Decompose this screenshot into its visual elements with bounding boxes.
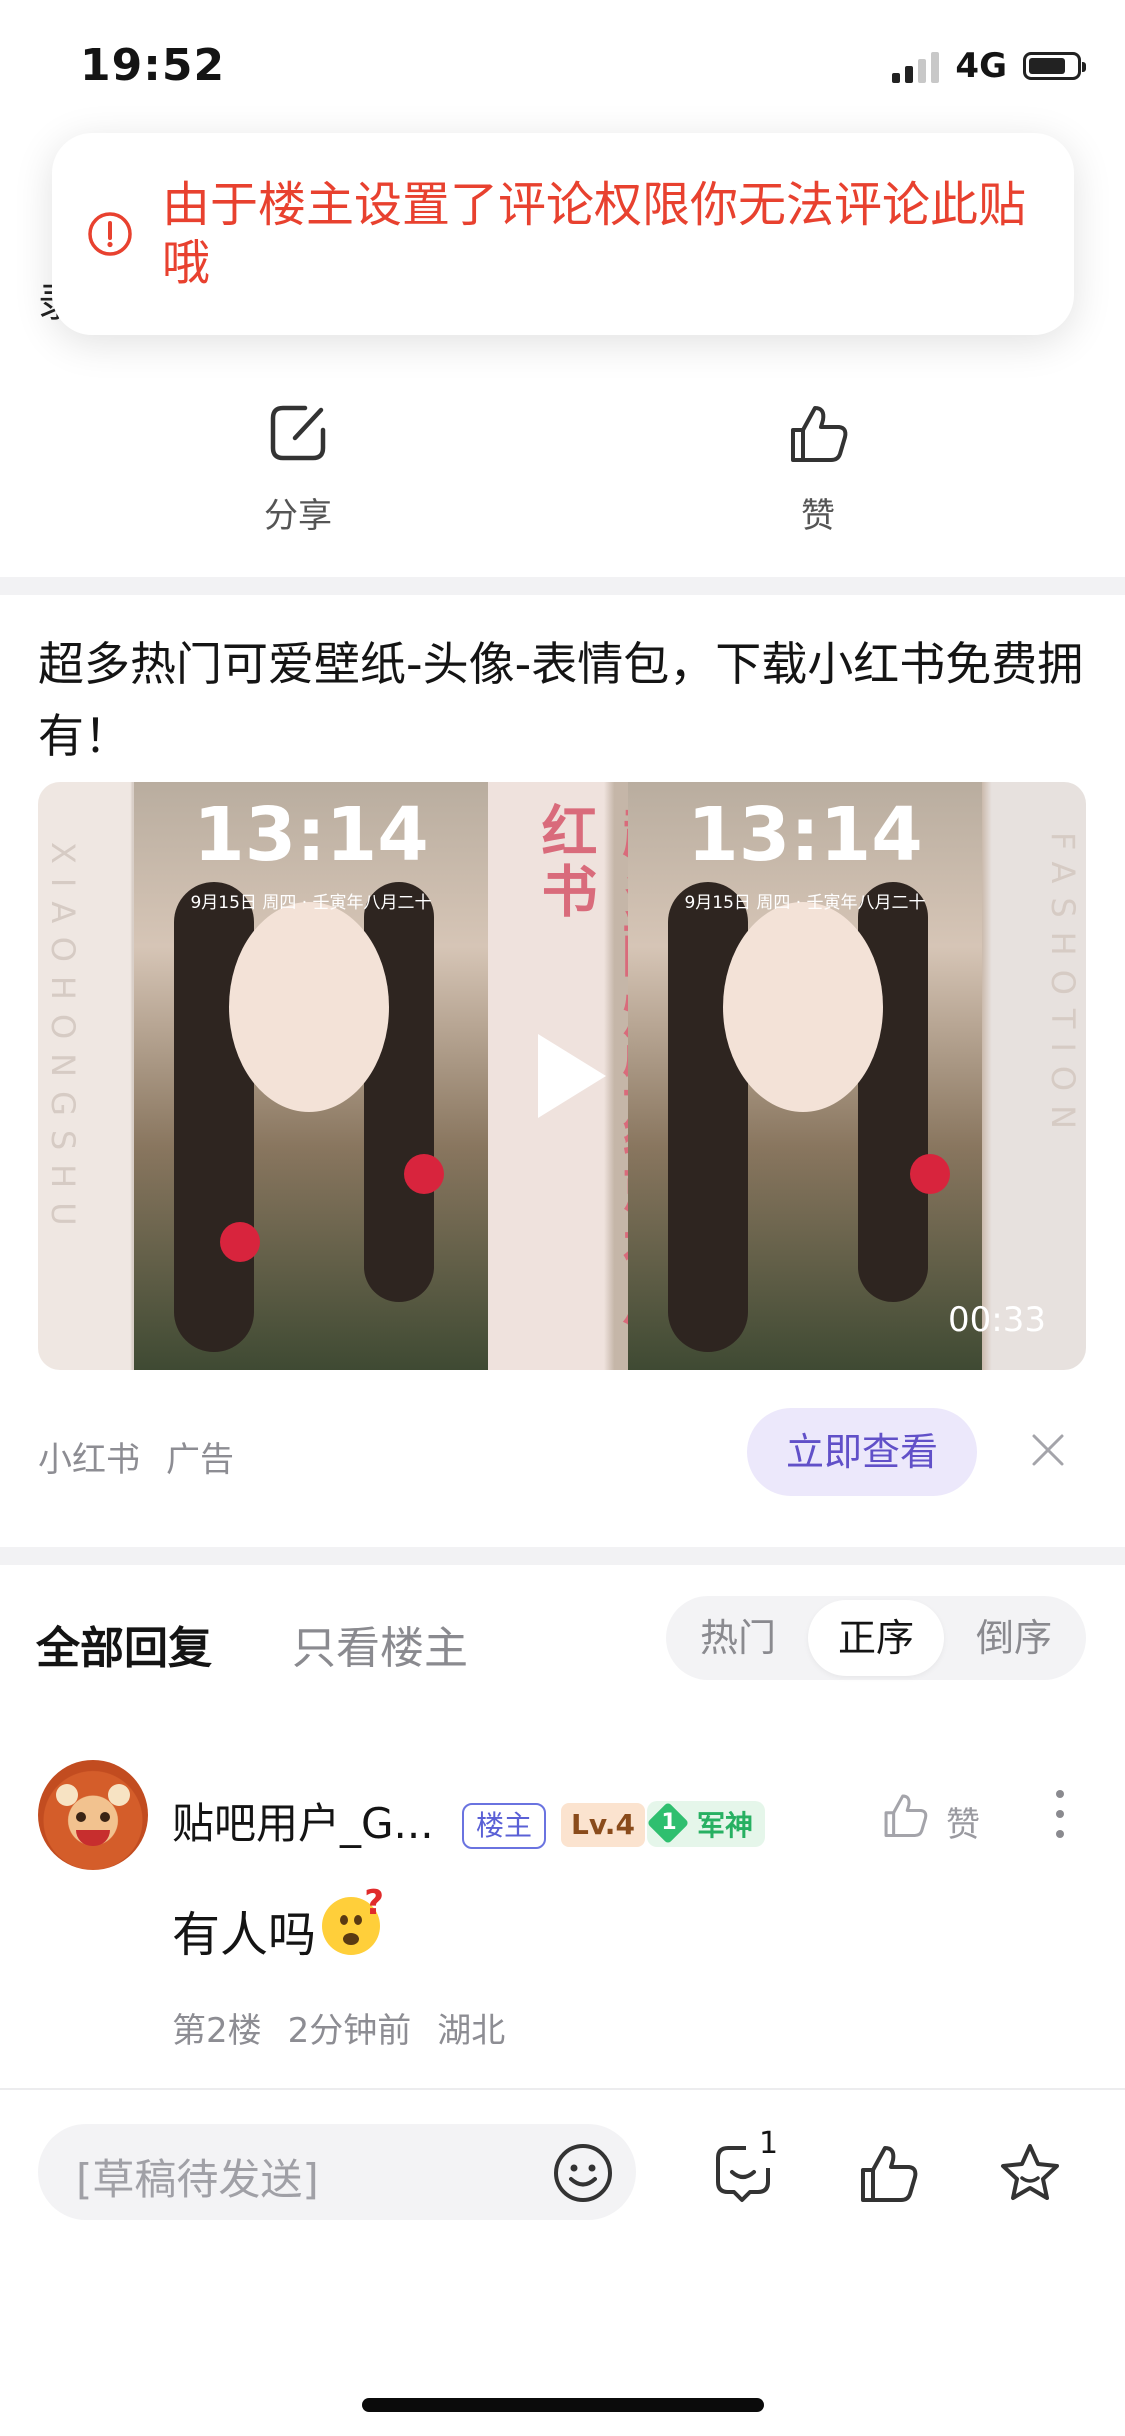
play-icon[interactable] [538, 1034, 606, 1118]
reply-count: 1 [759, 2126, 779, 2161]
level-badge: Lv.4 [561, 1803, 645, 1847]
emoji-icon[interactable] [552, 2142, 614, 2204]
time-ago: 2分钟前 [287, 2011, 412, 2051]
share-button[interactable]: 分享 [198, 400, 398, 537]
like-post-button[interactable]: 赞 [718, 400, 918, 537]
comment-like-icon[interactable] [880, 1790, 930, 1840]
battery-icon [1023, 52, 1086, 80]
share-icon [270, 405, 326, 461]
op-badge: 楼主 [462, 1803, 547, 1849]
wallpaper-preview-right: 13:14 9月15日 周四 · 壬寅年八月二十 [628, 782, 982, 1370]
section-divider-2 [0, 1547, 1125, 1565]
close-icon[interactable] [1030, 1432, 1066, 1468]
permission-toast: 由于楼主设置了评论权限你无法评论此贴哦 [52, 133, 1074, 335]
status-time: 19:52 [80, 40, 226, 91]
rank-title: 军神 [697, 1809, 754, 1842]
sort-descending[interactable]: 倒序 [946, 1596, 1082, 1680]
comment-like-label[interactable]: 赞 [946, 1797, 980, 1846]
wallpaper-date: 9月15日 周四 · 壬寅年八月二十 [190, 893, 432, 913]
more-options-icon[interactable] [1054, 1790, 1066, 1850]
wallpaper-clock: 13:14 [193, 792, 429, 878]
ad-side-text-right: FASHOTION [1044, 832, 1082, 1144]
avatar[interactable] [38, 1760, 148, 1870]
ad-side-text-left: XIAOHONGSHU [44, 842, 82, 1240]
ad-video[interactable]: XIAOHONGSHU FASHOTION 13:14 9月15日 周四 · 壬… [38, 782, 1086, 1370]
comment-meta: 第2楼 2分钟前 湖北 [172, 2003, 505, 2052]
sort-hot[interactable]: 热门 [670, 1596, 806, 1680]
draft-input[interactable]: [草稿待发送] [38, 2124, 636, 2220]
ad-title[interactable]: 超多热门可爱壁纸-头像-表情包，下载小红书免费拥有！ [38, 628, 1088, 772]
video-duration: 00:33 [948, 1300, 1046, 1340]
toast-message: 由于楼主设置了评论权限你无法评论此贴哦 [162, 177, 1027, 291]
ad-meta: 小红书 广告 [38, 1432, 234, 1481]
sort-ascending[interactable]: 正序 [808, 1600, 944, 1676]
comment-text: 有人吗 [172, 1907, 317, 1963]
bottom-divider [0, 2088, 1125, 2090]
wallpaper-date-2: 9月15日 周四 · 壬寅年八月二十 [684, 893, 926, 913]
thinking-emoji-icon [322, 1883, 384, 1955]
network-type: 4G [955, 46, 1007, 86]
section-divider [0, 577, 1125, 595]
signal-icon [892, 49, 940, 83]
rank-badge: 1 军神 [647, 1801, 766, 1847]
like-icon[interactable] [855, 2140, 921, 2206]
ad-view-now-button[interactable]: 立即查看 [747, 1408, 977, 1496]
username[interactable]: 贴吧用户_G... [172, 1790, 434, 1851]
wallpaper-clock-2: 13:14 [687, 792, 923, 878]
status-indicators: 4G [892, 46, 1086, 86]
tab-all-replies[interactable]: 全部回复 [36, 1612, 212, 1676]
share-label: 分享 [264, 496, 332, 536]
floor-number: 第2楼 [172, 2011, 262, 2051]
like-label: 赞 [801, 496, 835, 536]
warning-circle-icon [88, 212, 132, 256]
ad-source: 小红书 [38, 1440, 140, 1480]
star-favorite-icon[interactable] [997, 2140, 1063, 2206]
draft-placeholder: [草稿待发送] [76, 2155, 319, 2204]
wallpaper-preview-left: 13:14 9月15日 周四 · 壬寅年八月二十 [134, 782, 488, 1370]
home-indicator[interactable] [362, 2398, 764, 2412]
rank-gem-icon: 1 [647, 1802, 691, 1846]
ad-tag: 广告 [166, 1440, 234, 1480]
tab-op-only[interactable]: 只看楼主 [292, 1612, 468, 1676]
location: 湖北 [437, 2011, 506, 2051]
thumbs-up-icon [791, 406, 848, 462]
sort-toggle: 热门 正序 倒序 [666, 1596, 1086, 1680]
